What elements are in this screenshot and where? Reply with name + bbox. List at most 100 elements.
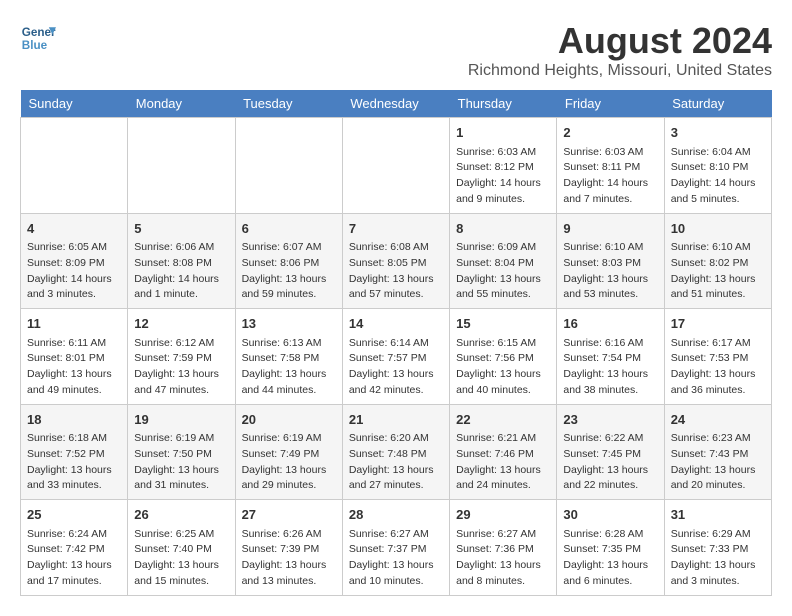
calendar-cell: 21Sunrise: 6:20 AM Sunset: 7:48 PM Dayli…: [342, 404, 449, 500]
day-info: Sunrise: 6:29 AM Sunset: 7:33 PM Dayligh…: [671, 527, 765, 590]
day-number: 18: [27, 410, 121, 430]
calendar-cell: 8Sunrise: 6:09 AM Sunset: 8:04 PM Daylig…: [450, 213, 557, 309]
day-of-week-header: Saturday: [664, 90, 771, 118]
calendar-week-row: 25Sunrise: 6:24 AM Sunset: 7:42 PM Dayli…: [21, 500, 772, 596]
day-info: Sunrise: 6:27 AM Sunset: 7:37 PM Dayligh…: [349, 527, 443, 590]
calendar-cell: 18Sunrise: 6:18 AM Sunset: 7:52 PM Dayli…: [21, 404, 128, 500]
calendar-cell: 7Sunrise: 6:08 AM Sunset: 8:05 PM Daylig…: [342, 213, 449, 309]
calendar-table: SundayMondayTuesdayWednesdayThursdayFrid…: [20, 90, 772, 596]
calendar-cell: 24Sunrise: 6:23 AM Sunset: 7:43 PM Dayli…: [664, 404, 771, 500]
calendar-cell: [128, 118, 235, 214]
calendar-cell: 27Sunrise: 6:26 AM Sunset: 7:39 PM Dayli…: [235, 500, 342, 596]
calendar-cell: 11Sunrise: 6:11 AM Sunset: 8:01 PM Dayli…: [21, 309, 128, 405]
day-number: 28: [349, 505, 443, 525]
day-info: Sunrise: 6:05 AM Sunset: 8:09 PM Dayligh…: [27, 240, 121, 303]
day-of-week-header: Tuesday: [235, 90, 342, 118]
day-info: Sunrise: 6:06 AM Sunset: 8:08 PM Dayligh…: [134, 240, 228, 303]
calendar-cell: 28Sunrise: 6:27 AM Sunset: 7:37 PM Dayli…: [342, 500, 449, 596]
page-subtitle: Richmond Heights, Missouri, United State…: [468, 62, 772, 80]
day-number: 13: [242, 314, 336, 334]
calendar-cell: [21, 118, 128, 214]
day-info: Sunrise: 6:20 AM Sunset: 7:48 PM Dayligh…: [349, 431, 443, 494]
day-number: 9: [563, 219, 657, 239]
day-info: Sunrise: 6:08 AM Sunset: 8:05 PM Dayligh…: [349, 240, 443, 303]
calendar-cell: 23Sunrise: 6:22 AM Sunset: 7:45 PM Dayli…: [557, 404, 664, 500]
day-number: 23: [563, 410, 657, 430]
day-number: 17: [671, 314, 765, 334]
day-info: Sunrise: 6:24 AM Sunset: 7:42 PM Dayligh…: [27, 527, 121, 590]
day-info: Sunrise: 6:17 AM Sunset: 7:53 PM Dayligh…: [671, 336, 765, 399]
day-of-week-header: Wednesday: [342, 90, 449, 118]
day-info: Sunrise: 6:12 AM Sunset: 7:59 PM Dayligh…: [134, 336, 228, 399]
calendar-header-row: SundayMondayTuesdayWednesdayThursdayFrid…: [21, 90, 772, 118]
calendar-cell: 13Sunrise: 6:13 AM Sunset: 7:58 PM Dayli…: [235, 309, 342, 405]
day-number: 12: [134, 314, 228, 334]
day-number: 19: [134, 410, 228, 430]
day-number: 30: [563, 505, 657, 525]
page-title: August 2024: [468, 20, 772, 62]
day-number: 27: [242, 505, 336, 525]
calendar-cell: 17Sunrise: 6:17 AM Sunset: 7:53 PM Dayli…: [664, 309, 771, 405]
day-info: Sunrise: 6:11 AM Sunset: 8:01 PM Dayligh…: [27, 336, 121, 399]
day-info: Sunrise: 6:07 AM Sunset: 8:06 PM Dayligh…: [242, 240, 336, 303]
calendar-cell: 3Sunrise: 6:04 AM Sunset: 8:10 PM Daylig…: [664, 118, 771, 214]
calendar-cell: 16Sunrise: 6:16 AM Sunset: 7:54 PM Dayli…: [557, 309, 664, 405]
day-info: Sunrise: 6:10 AM Sunset: 8:03 PM Dayligh…: [563, 240, 657, 303]
calendar-week-row: 11Sunrise: 6:11 AM Sunset: 8:01 PM Dayli…: [21, 309, 772, 405]
day-info: Sunrise: 6:09 AM Sunset: 8:04 PM Dayligh…: [456, 240, 550, 303]
day-of-week-header: Monday: [128, 90, 235, 118]
day-info: Sunrise: 6:26 AM Sunset: 7:39 PM Dayligh…: [242, 527, 336, 590]
day-info: Sunrise: 6:25 AM Sunset: 7:40 PM Dayligh…: [134, 527, 228, 590]
day-info: Sunrise: 6:22 AM Sunset: 7:45 PM Dayligh…: [563, 431, 657, 494]
day-info: Sunrise: 6:13 AM Sunset: 7:58 PM Dayligh…: [242, 336, 336, 399]
day-number: 15: [456, 314, 550, 334]
page-header: General Blue August 2024 Richmond Height…: [20, 20, 772, 80]
day-number: 20: [242, 410, 336, 430]
day-info: Sunrise: 6:18 AM Sunset: 7:52 PM Dayligh…: [27, 431, 121, 494]
day-number: 5: [134, 219, 228, 239]
day-number: 1: [456, 123, 550, 143]
calendar-week-row: 1Sunrise: 6:03 AM Sunset: 8:12 PM Daylig…: [21, 118, 772, 214]
day-info: Sunrise: 6:19 AM Sunset: 7:50 PM Dayligh…: [134, 431, 228, 494]
calendar-cell: 30Sunrise: 6:28 AM Sunset: 7:35 PM Dayli…: [557, 500, 664, 596]
day-info: Sunrise: 6:19 AM Sunset: 7:49 PM Dayligh…: [242, 431, 336, 494]
calendar-cell: 25Sunrise: 6:24 AM Sunset: 7:42 PM Dayli…: [21, 500, 128, 596]
calendar-week-row: 18Sunrise: 6:18 AM Sunset: 7:52 PM Dayli…: [21, 404, 772, 500]
day-info: Sunrise: 6:16 AM Sunset: 7:54 PM Dayligh…: [563, 336, 657, 399]
day-info: Sunrise: 6:03 AM Sunset: 8:12 PM Dayligh…: [456, 145, 550, 208]
title-area: August 2024 Richmond Heights, Missouri, …: [468, 20, 772, 80]
day-info: Sunrise: 6:10 AM Sunset: 8:02 PM Dayligh…: [671, 240, 765, 303]
day-number: 8: [456, 219, 550, 239]
calendar-cell: 4Sunrise: 6:05 AM Sunset: 8:09 PM Daylig…: [21, 213, 128, 309]
calendar-cell: 12Sunrise: 6:12 AM Sunset: 7:59 PM Dayli…: [128, 309, 235, 405]
day-of-week-header: Thursday: [450, 90, 557, 118]
calendar-cell: 15Sunrise: 6:15 AM Sunset: 7:56 PM Dayli…: [450, 309, 557, 405]
calendar-cell: 10Sunrise: 6:10 AM Sunset: 8:02 PM Dayli…: [664, 213, 771, 309]
day-number: 24: [671, 410, 765, 430]
day-number: 26: [134, 505, 228, 525]
calendar-cell: 9Sunrise: 6:10 AM Sunset: 8:03 PM Daylig…: [557, 213, 664, 309]
day-number: 4: [27, 219, 121, 239]
day-info: Sunrise: 6:21 AM Sunset: 7:46 PM Dayligh…: [456, 431, 550, 494]
calendar-cell: 22Sunrise: 6:21 AM Sunset: 7:46 PM Dayli…: [450, 404, 557, 500]
logo: General Blue: [20, 20, 56, 56]
day-number: 10: [671, 219, 765, 239]
calendar-week-row: 4Sunrise: 6:05 AM Sunset: 8:09 PM Daylig…: [21, 213, 772, 309]
calendar-cell: 5Sunrise: 6:06 AM Sunset: 8:08 PM Daylig…: [128, 213, 235, 309]
day-info: Sunrise: 6:15 AM Sunset: 7:56 PM Dayligh…: [456, 336, 550, 399]
calendar-cell: 29Sunrise: 6:27 AM Sunset: 7:36 PM Dayli…: [450, 500, 557, 596]
day-number: 3: [671, 123, 765, 143]
day-number: 16: [563, 314, 657, 334]
calendar-cell: 2Sunrise: 6:03 AM Sunset: 8:11 PM Daylig…: [557, 118, 664, 214]
day-info: Sunrise: 6:14 AM Sunset: 7:57 PM Dayligh…: [349, 336, 443, 399]
day-of-week-header: Sunday: [21, 90, 128, 118]
day-number: 14: [349, 314, 443, 334]
day-number: 7: [349, 219, 443, 239]
calendar-cell: 6Sunrise: 6:07 AM Sunset: 8:06 PM Daylig…: [235, 213, 342, 309]
day-number: 2: [563, 123, 657, 143]
day-info: Sunrise: 6:27 AM Sunset: 7:36 PM Dayligh…: [456, 527, 550, 590]
day-number: 31: [671, 505, 765, 525]
day-number: 29: [456, 505, 550, 525]
day-info: Sunrise: 6:28 AM Sunset: 7:35 PM Dayligh…: [563, 527, 657, 590]
day-info: Sunrise: 6:04 AM Sunset: 8:10 PM Dayligh…: [671, 145, 765, 208]
